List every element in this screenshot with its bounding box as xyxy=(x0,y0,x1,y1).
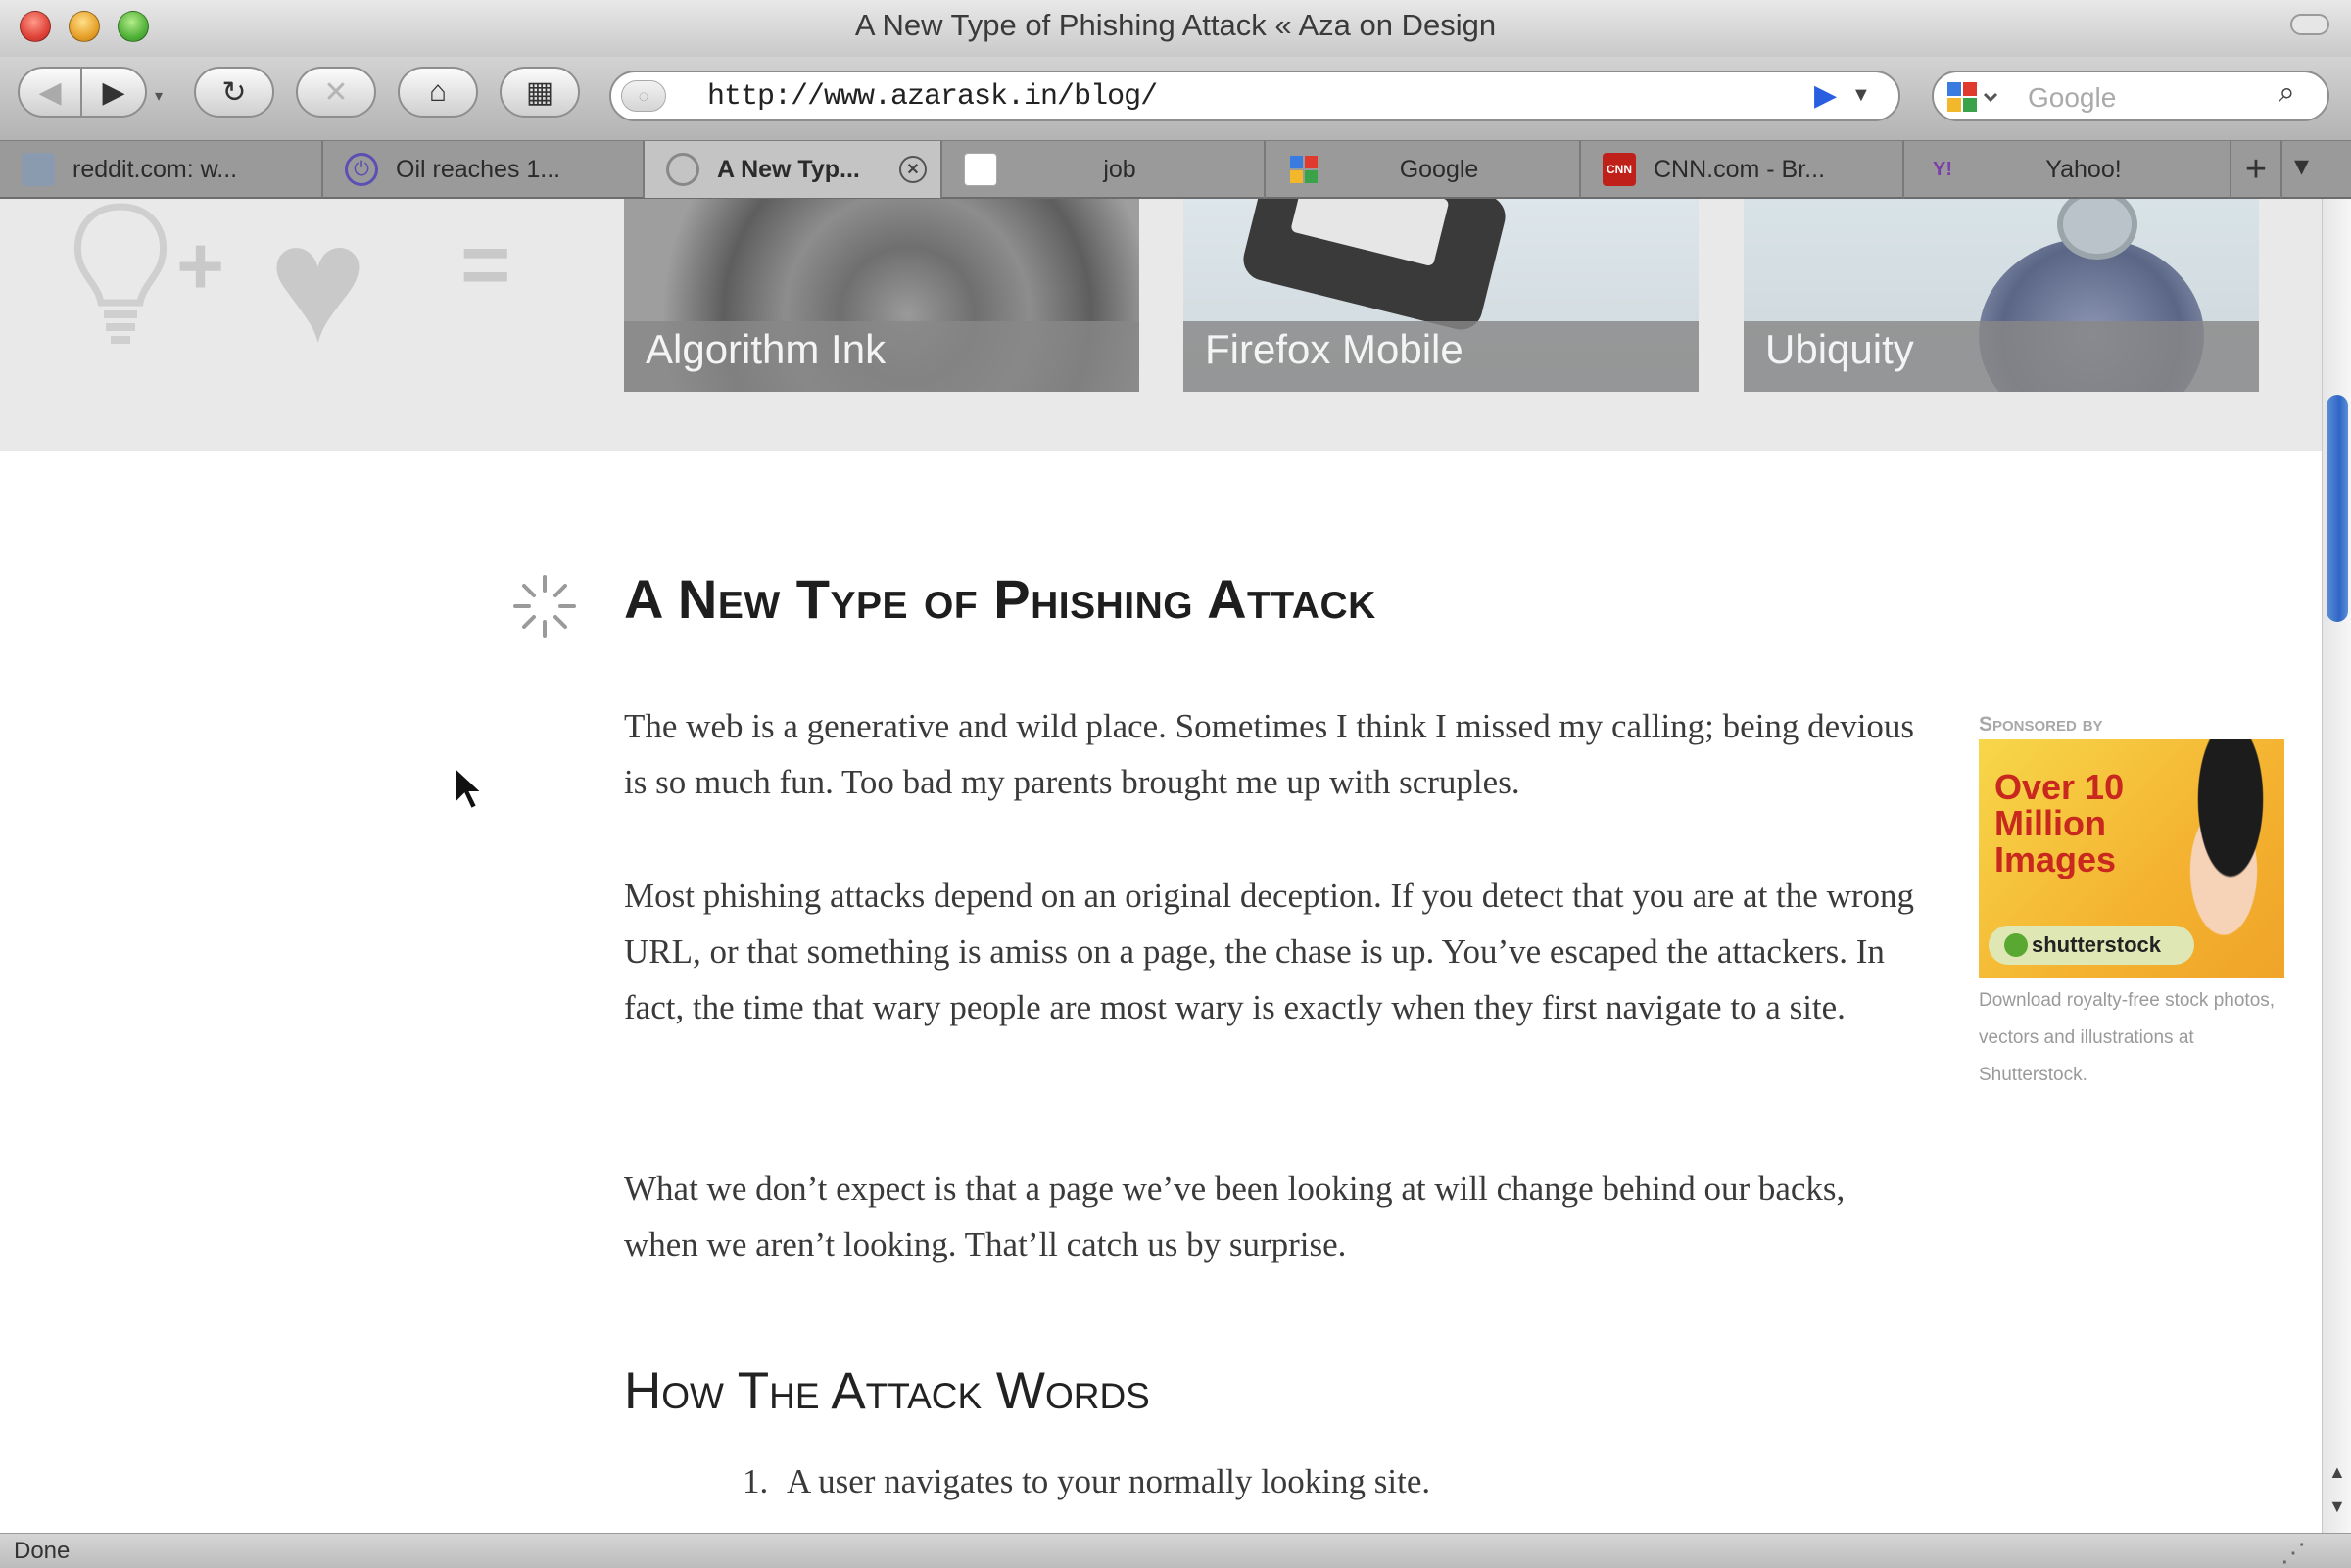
scroll-down-arrow-icon[interactable]: ▼ xyxy=(2328,1497,2346,1517)
tab-google[interactable]: Google xyxy=(1266,141,1581,198)
ad-headline: Over 10 Million Images xyxy=(1994,767,2125,879)
tab-label: CNN.com - Br... xyxy=(1654,155,1826,183)
tab-label: job xyxy=(1103,155,1136,183)
equals-icon: = xyxy=(460,215,511,312)
close-tab-icon[interactable]: ✕ xyxy=(899,156,927,183)
reload-button[interactable]: ↻ xyxy=(194,67,274,118)
ad-caption-link[interactable]: Download royalty-free stock photos, vect… xyxy=(1979,982,2302,1094)
home-icon: ⌂ xyxy=(428,75,448,108)
tab-phishing[interactable]: A New Typ... ✕ xyxy=(645,141,942,198)
tab-oil[interactable]: ⏻ Oil reaches 1... xyxy=(323,141,645,198)
tab-reddit[interactable]: reddit.com: w... xyxy=(0,141,323,198)
tab-bar: reddit.com: w... ⏻ Oil reaches 1... A Ne… xyxy=(0,140,2351,199)
history-dropdown-icon[interactable]: ▾ xyxy=(155,86,163,106)
feature-firefox-mobile[interactable]: Firefox Mobile xyxy=(1183,199,1699,392)
list-item: A user navigates to your normally lookin… xyxy=(787,1462,1431,1500)
reddit-icon xyxy=(22,153,55,186)
loading-icon xyxy=(666,153,699,186)
search-icon[interactable]: ⌕ xyxy=(2279,76,2295,110)
stop-button[interactable]: ✕ xyxy=(296,67,376,118)
new-tab-button[interactable]: + xyxy=(2231,141,2282,198)
power-icon: ⏻ xyxy=(345,153,378,186)
mouse-cursor-icon xyxy=(455,766,485,811)
search-input[interactable] xyxy=(2026,79,2275,117)
home-button[interactable]: ⌂ xyxy=(398,67,478,118)
go-arrow-icon[interactable]: ▶ xyxy=(1814,78,1837,113)
post-paragraph: The web is a generative and wild place. … xyxy=(624,707,1915,801)
feature-label: Firefox Mobile xyxy=(1205,326,1463,372)
feature-ubiquity[interactable]: Ubiquity xyxy=(1744,199,2259,392)
toolbar-toggle-button[interactable] xyxy=(2290,14,2329,35)
tab-job[interactable]: job xyxy=(942,141,1266,198)
yahoo-icon: Y! xyxy=(1933,158,1952,180)
status-text: Done xyxy=(14,1538,71,1564)
blog-header: + ♥ = Algorithm Ink Firefox Mobile Ubiqu… xyxy=(0,199,2322,451)
post-paragraph: Most phishing attacks depend on an origi… xyxy=(624,877,1914,1026)
feature-label: Algorithm Ink xyxy=(646,326,887,372)
heart-icon: ♥ xyxy=(268,199,367,377)
post-title: A New Type of Phishing Attack xyxy=(624,568,1376,630)
address-bar[interactable]: ◌ http://www.azarask.in/blog/ ▶ ▼ xyxy=(609,71,1900,121)
list-item-marker: 1. xyxy=(743,1462,769,1500)
feature-label: Ubiquity xyxy=(1765,326,1914,372)
tab-label: Yahoo! xyxy=(2045,155,2122,183)
tab-label: Google xyxy=(1399,155,1479,183)
loading-spinner-icon xyxy=(513,575,576,638)
cnn-icon: CNN xyxy=(1603,153,1636,186)
search-bar[interactable]: ⌕ xyxy=(1932,71,2329,121)
back-arrow-icon: ◀ xyxy=(38,75,62,109)
post-paragraph: What we don’t expect is that a page we’v… xyxy=(624,1169,1846,1263)
plus-icon: + xyxy=(176,219,225,311)
vertical-scrollbar[interactable]: ▲ ▼ xyxy=(2322,199,2351,1533)
tab-label: Oil reaches 1... xyxy=(396,155,561,183)
grid-icon: ▦ xyxy=(525,75,554,109)
shutterstock-ad[interactable]: Over 10 Million Images shutterstock xyxy=(1979,739,2284,978)
sponsor-label: Sponsored by xyxy=(1979,713,2103,736)
url-text[interactable]: http://www.azarask.in/blog/ xyxy=(707,80,1158,114)
ad-brand-logo: shutterstock xyxy=(1989,926,2194,965)
tab-cnn[interactable]: CNN CNN.com - Br... xyxy=(1581,141,1904,198)
reload-icon: ↻ xyxy=(221,75,247,109)
tab-list-dropdown-icon[interactable]: ▾ xyxy=(2294,149,2309,183)
google-icon xyxy=(1287,153,1320,186)
title-bar: A New Type of Phishing Attack « Aza on D… xyxy=(0,0,2351,58)
document-icon xyxy=(964,153,997,186)
forward-button[interactable]: ▶ xyxy=(80,67,147,118)
feature-algorithm-ink[interactable]: Algorithm Ink xyxy=(624,199,1139,392)
tab-overview-button[interactable]: ▦ xyxy=(500,67,580,118)
url-history-dropdown-icon[interactable]: ▼ xyxy=(1851,84,1871,107)
window-title: A New Type of Phishing Attack « Aza on D… xyxy=(854,8,1497,42)
status-bar: Done ⋰ xyxy=(0,1533,2351,1568)
site-identity-button[interactable]: ◌ xyxy=(621,80,666,112)
section-heading: How The Attack Words xyxy=(624,1362,1150,1420)
scroll-thumb[interactable] xyxy=(2327,395,2348,622)
phone-illustration xyxy=(1238,199,1511,335)
forward-arrow-icon: ▶ xyxy=(102,75,125,109)
scroll-up-arrow-icon[interactable]: ▲ xyxy=(2328,1462,2346,1483)
brand-dot-icon xyxy=(2004,933,2028,957)
tab-label: reddit.com: w... xyxy=(72,155,238,183)
tab-yahoo[interactable]: Y! Yahoo! xyxy=(1904,141,2231,198)
tab-label: A New Typ... xyxy=(717,155,860,183)
lightbulb-icon xyxy=(73,203,168,344)
search-engine-icon[interactable] xyxy=(1945,80,2004,114)
page-viewport: + ♥ = Algorithm Ink Firefox Mobile Ubiqu… xyxy=(0,199,2322,1533)
back-button[interactable]: ◀ xyxy=(18,67,82,118)
resize-grip-icon[interactable]: ⋰ xyxy=(2280,1538,2306,1568)
stop-icon: ✕ xyxy=(323,75,349,109)
